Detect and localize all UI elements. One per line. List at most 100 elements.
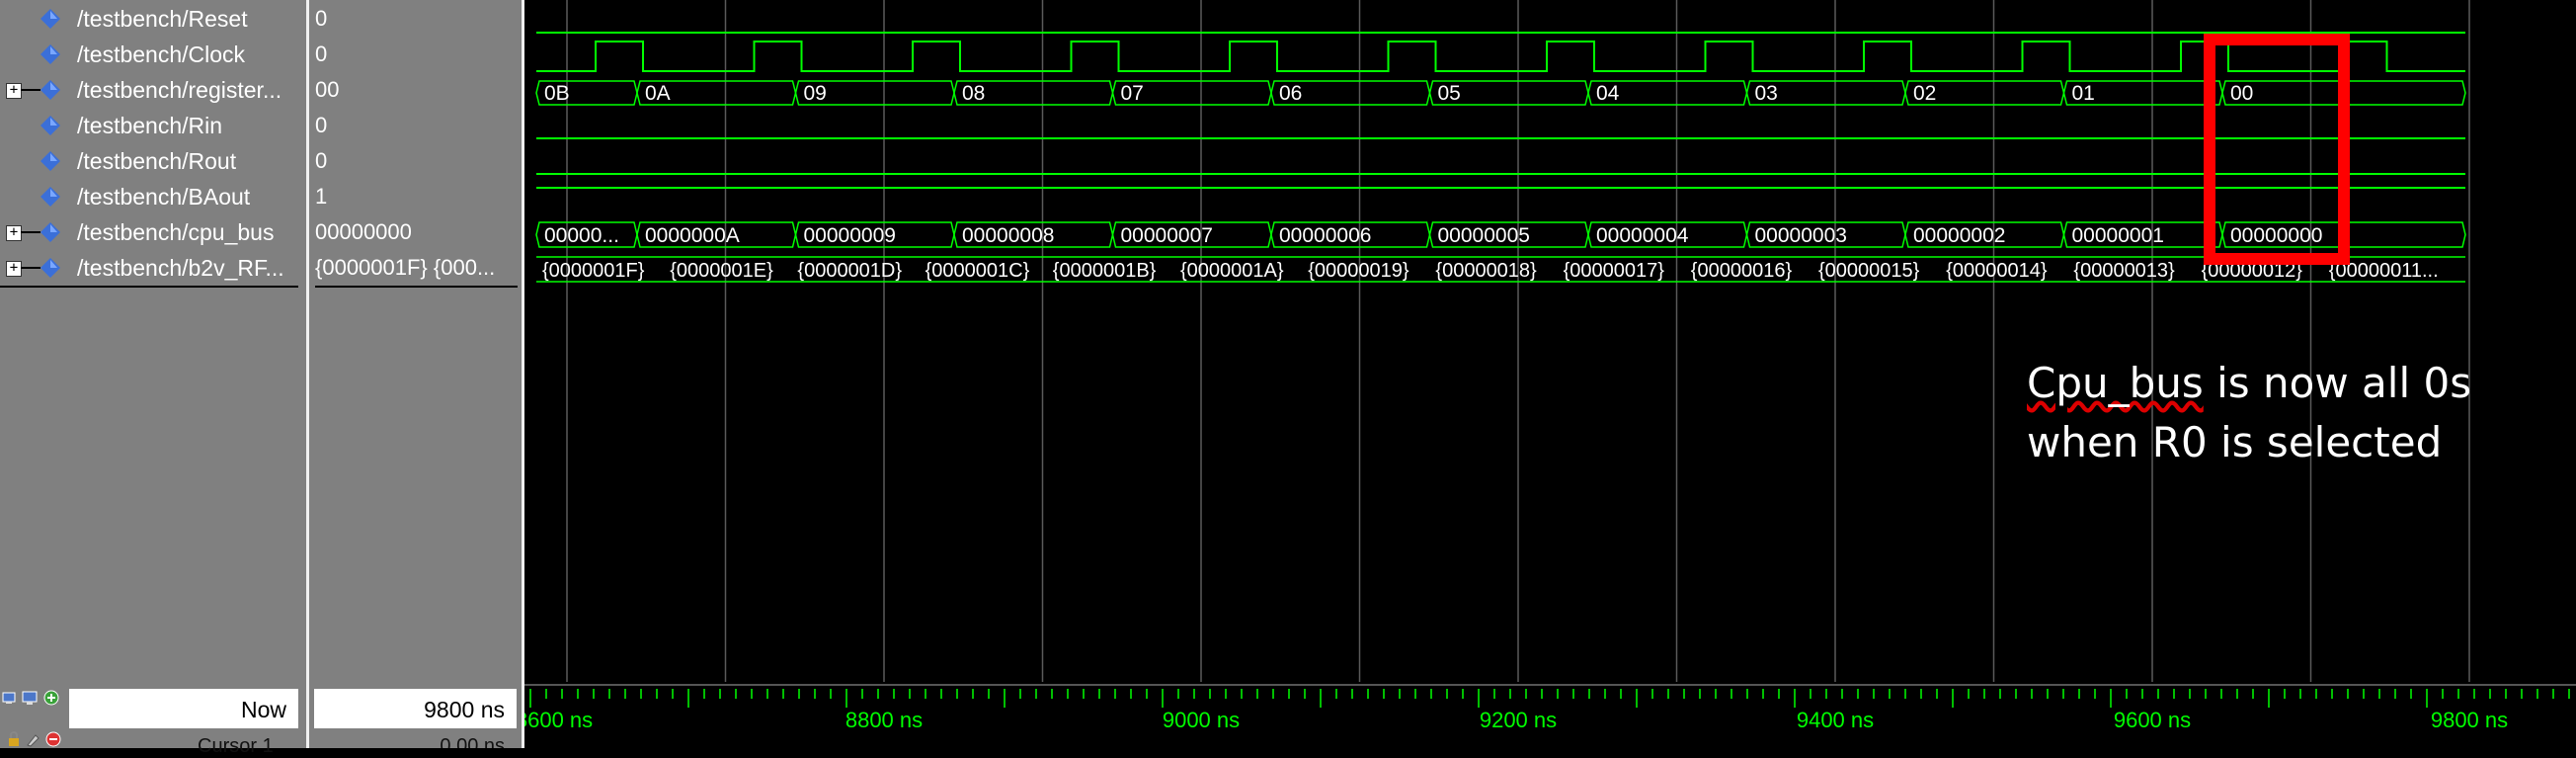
- signal-diamond-icon: [40, 222, 60, 242]
- annotation-text: Cpu_bus is now all 0s when R0 is selecte…: [2027, 354, 2471, 472]
- add-cursor-icon[interactable]: [43, 690, 59, 706]
- signal-name: /testbench/Rin: [77, 113, 223, 138]
- register-bus-label: 08: [962, 82, 985, 105]
- signal-diamond-icon: [40, 44, 60, 64]
- signal-value: 00000000: [315, 219, 412, 244]
- signal-diamond-icon: [40, 116, 60, 135]
- signal-name: /testbench/Clock: [77, 42, 246, 67]
- register-bus-label: 04: [1596, 82, 1620, 105]
- axis-label: 9000 ns: [1163, 708, 1240, 732]
- annotation-line-1: Cpu_bus is now all 0s: [2027, 354, 2471, 413]
- axis-label: 9800 ns: [2431, 708, 2508, 732]
- cpu-bus-label: 00000000: [2230, 224, 2322, 247]
- cpu-bus-label: 00000008: [962, 224, 1054, 247]
- tree-line-icon: [21, 89, 40, 91]
- time-axis: 8600 ns 8800 ns 9000 ns 9200 ns 9400 ns 9600 …: [516, 684, 2576, 732]
- annotation-rest: is now all 0s: [2203, 359, 2472, 407]
- delete-cursor-icon[interactable]: [45, 731, 61, 747]
- expand-plus-icon[interactable]: +: [6, 261, 22, 277]
- signal-name: /testbench/register...: [77, 77, 282, 103]
- register-bus-label: 0A: [645, 82, 671, 105]
- cpu-bus-label: 00000005: [1438, 224, 1530, 247]
- clock-trace: [536, 41, 2465, 72]
- register-bus-label: 09: [804, 82, 827, 105]
- cpu-bus-label: 00000...: [544, 224, 619, 247]
- signal-row[interactable]: /testbench/Reset: [0, 2, 306, 38]
- monitor-icon[interactable]: [22, 690, 38, 706]
- signal-name: /testbench/Reset: [77, 6, 248, 32]
- signal-row[interactable]: /testbench/Rin: [0, 109, 306, 144]
- rf-bus-label: {00000015}: [1818, 260, 1920, 282]
- lock-icon[interactable]: [6, 731, 22, 747]
- waveform-traces: 0B 0A 09 08 07 06 05 04 03 02 01 00 00000... 0000000A…: [535, 32, 2466, 283]
- rf-bus-label: {0000001B}: [1053, 260, 1157, 282]
- axis-label: 9400 ns: [1797, 708, 1874, 732]
- tree-line-icon: [21, 231, 40, 233]
- tree-line-icon: [21, 267, 40, 269]
- signal-row[interactable]: /testbench/Rout: [0, 144, 306, 180]
- rf-bus-label: {0000001D}: [797, 260, 902, 282]
- signal-value: 0: [315, 148, 328, 173]
- cursor-tool-icon[interactable]: [2, 690, 18, 706]
- register-bus-label: 03: [1755, 82, 1778, 105]
- signal-row[interactable]: + /testbench/register...: [0, 73, 306, 109]
- signal-value: 1: [315, 184, 328, 209]
- signal-diamond-icon: [40, 80, 60, 100]
- register-bus-label: 0B: [544, 82, 570, 105]
- signal-row[interactable]: /testbench/BAout: [0, 180, 306, 215]
- now-label: Now: [240, 697, 286, 722]
- selection-underline: [315, 286, 518, 288]
- signal-value-panel: 0 0 00 0 0 1 00000000 {0000001F} {000...: [309, 0, 522, 748]
- selection-underline: [0, 286, 298, 288]
- cpu-bus-label: 00000003: [1755, 224, 1847, 247]
- rf-bus-label: {00000017}: [1564, 260, 1665, 282]
- cursor-label: Cursor 1: [198, 735, 274, 757]
- signal-value: 0: [315, 42, 328, 66]
- signal-diamond-icon: [40, 187, 60, 207]
- register-bus-label: 07: [1121, 82, 1144, 105]
- time-grid: [566, 0, 2470, 682]
- expand-plus-icon[interactable]: +: [6, 225, 22, 241]
- rf-bus-label: {00000019}: [1308, 260, 1409, 282]
- axis-label: 8800 ns: [845, 708, 923, 732]
- signal-name: /testbench/cpu_bus: [77, 219, 275, 245]
- cpu-bus-label: 00000001: [2072, 224, 2164, 247]
- rf-bus-label: {00000016}: [1691, 260, 1793, 282]
- signal-row[interactable]: + /testbench/cpu_bus: [0, 215, 306, 251]
- cursor-value-box: 0.00 ns: [314, 731, 517, 748]
- register-bus-label: 00: [2230, 82, 2253, 105]
- now-label-box: Now: [69, 689, 298, 728]
- signal-diamond-icon: [40, 151, 60, 171]
- rf-bus-label: {0000001F}: [542, 260, 645, 282]
- signal-value: 00: [315, 77, 340, 102]
- now-value-box: 9800 ns: [314, 689, 517, 728]
- cpu-bus-label: 00000002: [1913, 224, 2005, 247]
- signal-value: 0: [315, 6, 328, 31]
- cursor-value: 0.00 ns: [440, 735, 505, 748]
- signal-name: /testbench/Rout: [77, 148, 237, 174]
- register-bus-label: 06: [1279, 82, 1302, 105]
- axis-label: 9600 ns: [2114, 708, 2191, 732]
- register-bus-label: 01: [2072, 82, 2095, 105]
- edit-cursor-icon[interactable]: [26, 731, 41, 747]
- signal-row[interactable]: /testbench/Clock: [0, 38, 306, 73]
- signal-name: /testbench/BAout: [77, 184, 251, 210]
- annotation-word: Cpu_bus: [2027, 359, 2204, 407]
- axis-label: 8600 ns: [524, 708, 593, 732]
- rf-bus-label: {00000014}: [1946, 260, 2048, 282]
- expand-plus-icon[interactable]: +: [6, 83, 22, 99]
- signal-diamond-icon: [40, 9, 60, 29]
- rf-bus-label: {0000001C}: [926, 260, 1030, 282]
- signal-row[interactable]: + /testbench/b2v_RF...: [0, 251, 306, 287]
- cpu-bus-label: 00000007: [1121, 224, 1213, 247]
- rf-bus-label: {0000001E}: [670, 260, 773, 282]
- cpu-bus-label: 00000006: [1279, 224, 1371, 247]
- signal-name: /testbench/b2v_RF...: [77, 255, 284, 281]
- axis-label: 9200 ns: [1480, 708, 1557, 732]
- signal-value: 0: [315, 113, 328, 137]
- register-bus-label: 02: [1913, 82, 1936, 105]
- cpu-bus-label: 00000009: [804, 224, 896, 247]
- cpu-bus-label: 0000000A: [645, 224, 740, 247]
- now-value: 9800 ns: [424, 697, 505, 722]
- register-bus-label: 05: [1438, 82, 1461, 105]
